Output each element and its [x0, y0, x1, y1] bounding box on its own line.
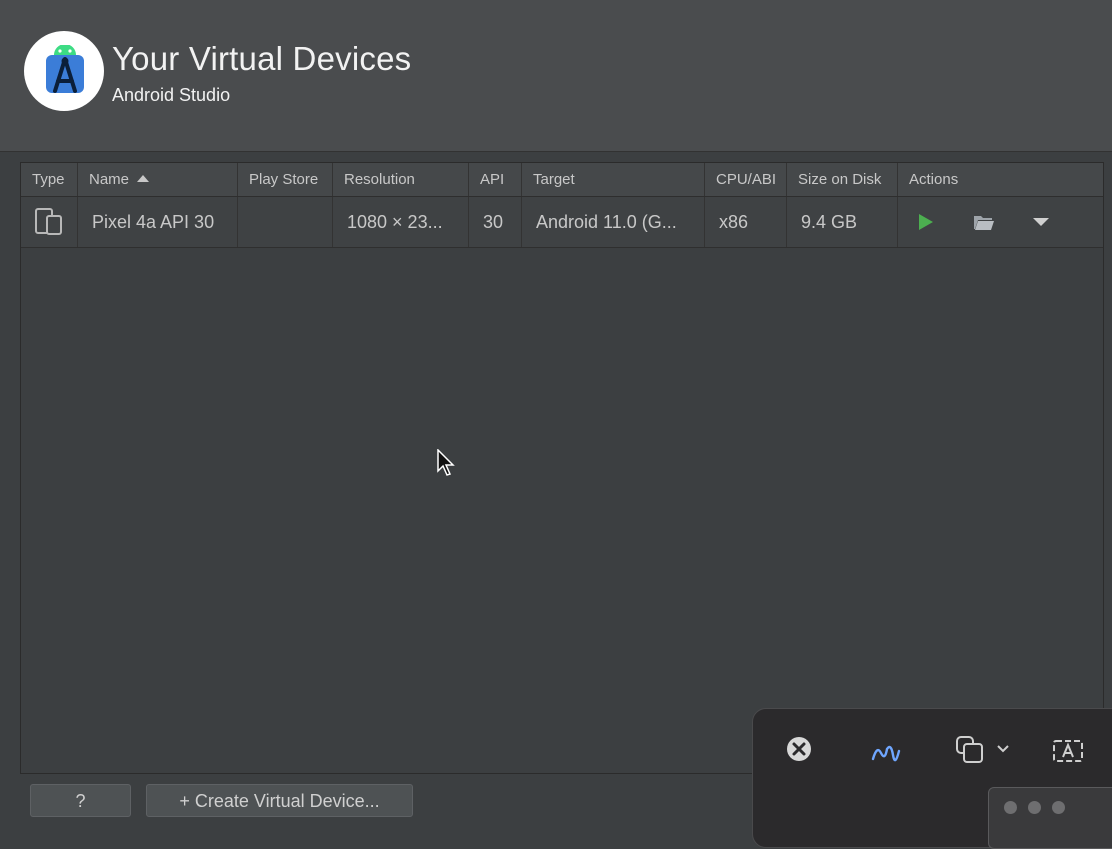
- play-store-cell: [238, 197, 333, 247]
- run-icon[interactable]: [918, 213, 934, 231]
- phone-tablet-icon: [35, 208, 62, 235]
- help-button[interactable]: ?: [30, 784, 131, 817]
- table-header: Type Name Play Store Resolution API Targ…: [21, 163, 1103, 197]
- window-zoom-dot[interactable]: [1052, 801, 1065, 814]
- close-icon[interactable]: [786, 736, 812, 762]
- api-cell: 30: [469, 197, 522, 247]
- page-subtitle: Android Studio: [112, 85, 231, 105]
- page-title: Your Virtual Devices: [112, 40, 412, 77]
- chevron-down-icon[interactable]: [1032, 217, 1050, 227]
- column-header-name[interactable]: Name: [78, 163, 238, 196]
- actions-cell: [898, 197, 1103, 247]
- column-header-resolution[interactable]: Resolution: [333, 163, 469, 196]
- column-header-play-store[interactable]: Play Store: [238, 163, 333, 196]
- android-studio-logo-icon: [24, 31, 104, 111]
- cpu-abi-cell: x86: [705, 197, 787, 247]
- text-box-icon[interactable]: [1052, 738, 1084, 764]
- folder-open-icon[interactable]: [973, 213, 995, 231]
- column-header-type[interactable]: Type: [21, 163, 78, 196]
- column-header-size[interactable]: Size on Disk: [787, 163, 898, 196]
- size-cell: 9.4 GB: [787, 197, 898, 247]
- shapes-icon[interactable]: [955, 735, 989, 765]
- table-row[interactable]: Pixel 4a API 30 1080 × 23... 30 Android …: [21, 197, 1103, 248]
- shapes-dropdown-chevron-icon[interactable]: [996, 744, 1010, 754]
- column-header-name-label: Name: [89, 171, 130, 188]
- device-name: Pixel 4a API 30: [78, 197, 238, 247]
- column-header-cpu-abi[interactable]: CPU/ABI: [705, 163, 787, 196]
- column-header-actions: Actions: [909, 171, 959, 188]
- window-minimize-dot[interactable]: [1028, 801, 1041, 814]
- mouse-pointer-icon: [437, 449, 455, 476]
- mini-window: [988, 787, 1112, 849]
- sort-ascending-icon: [137, 175, 150, 182]
- window-close-dot[interactable]: [1004, 801, 1017, 814]
- type-cell: [21, 197, 78, 247]
- resolution-cell: 1080 × 23...: [333, 197, 469, 247]
- pen-scribble-icon[interactable]: [871, 737, 901, 763]
- device-table: Type Name Play Store Resolution API Targ…: [20, 162, 1104, 774]
- create-virtual-device-button[interactable]: + Create Virtual Device...: [146, 784, 413, 817]
- header: Your Virtual Devices Android Studio: [0, 0, 1112, 152]
- column-header-target[interactable]: Target: [522, 163, 705, 196]
- column-header-api[interactable]: API: [469, 163, 522, 196]
- target-cell: Android 11.0 (G...: [522, 197, 705, 247]
